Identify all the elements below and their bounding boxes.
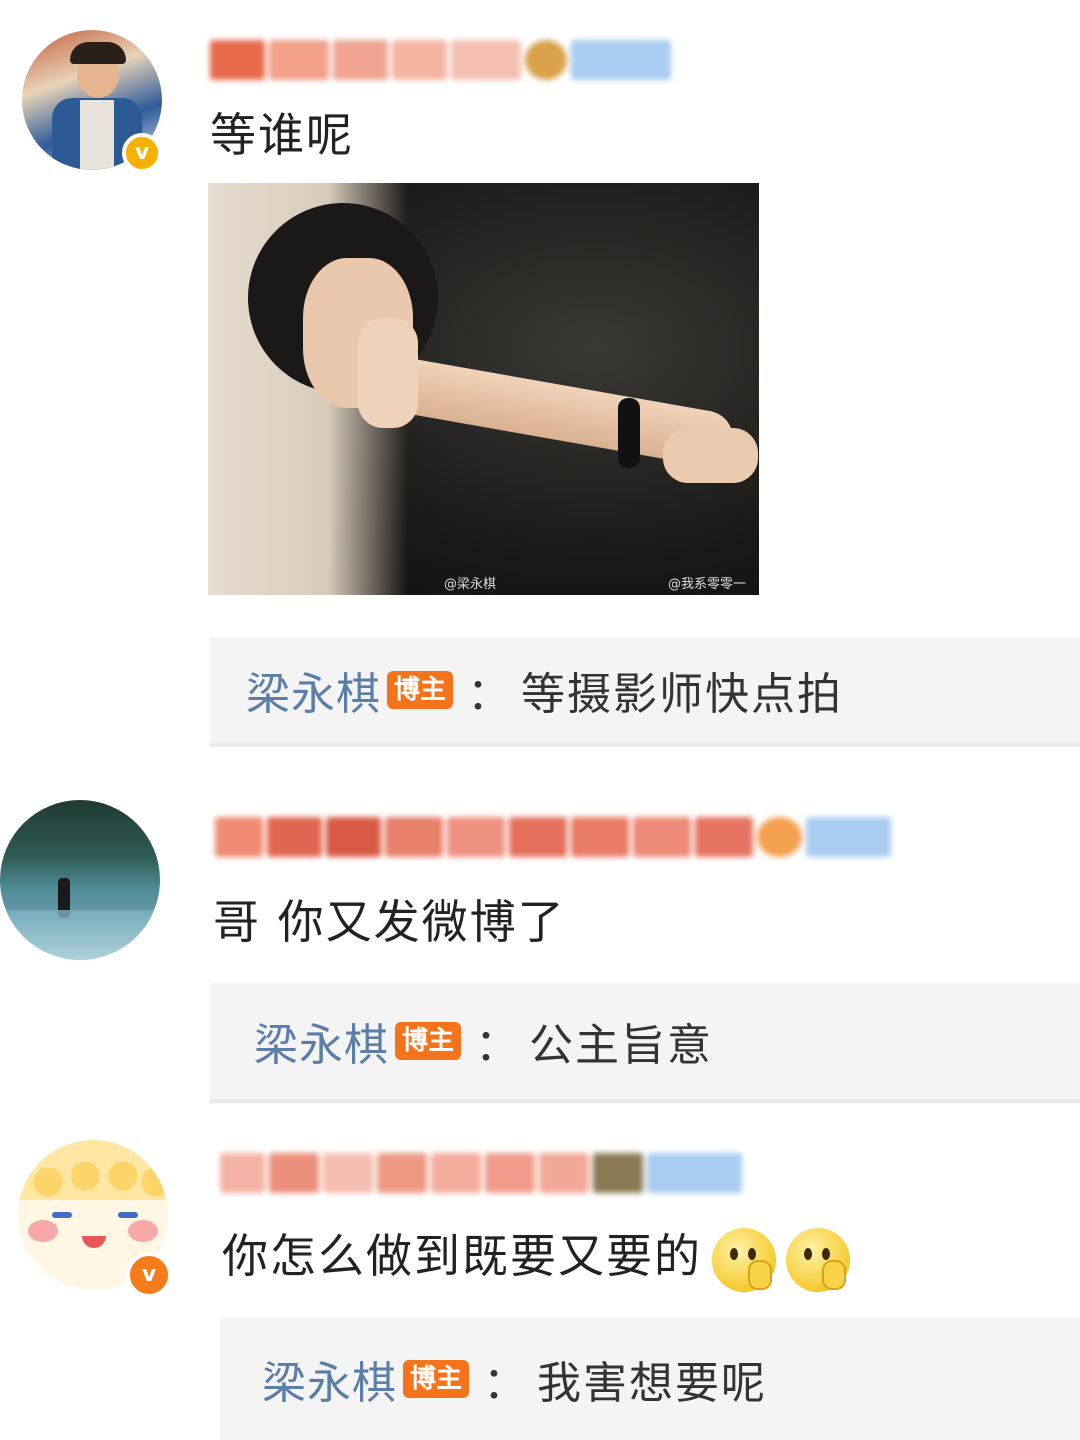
username-blurred[interactable] [220,1148,742,1198]
author-reply[interactable]: 梁永棋 博主 ： 公主旨意 [210,983,1080,1103]
author-reply[interactable]: 梁永棋 博主 ： 等摄影师快点拍 [210,637,1080,747]
reply-colon: ： [475,1020,520,1071]
thinking-face-icon [712,1227,776,1292]
reply-author-name[interactable]: 梁永棋 [246,658,381,722]
blogger-badge: 博主 [387,671,454,709]
verified-badge-icon: v [122,133,162,173]
verified-badge-icon: v [126,1252,172,1298]
comment-text: 哥 你又发微博了 [213,895,566,949]
reply-author-name[interactable]: 梁永棋 [254,1009,389,1073]
photo-watermark-right: @我系零零一 [668,577,747,592]
author-reply[interactable]: 梁永棋 博主 ： 我害想要呢 [220,1318,1080,1440]
comment-1: v 等谁呢 @梁永棋 @我系零零一 梁永棋 博主 ： 等摄影师快点拍 [0,0,1080,760]
thinking-face-icon [786,1227,850,1292]
blogger-badge: 博主 [395,1022,462,1060]
reply-colon: ： [483,1358,528,1409]
reply-text: 我害想要呢 [537,1358,768,1409]
reply-author-name[interactable]: 梁永棋 [262,1347,397,1411]
comment-text: 你怎么做到既要又要的 [222,1226,850,1292]
username-blurred[interactable] [215,812,891,862]
comment-photo[interactable]: @梁永棋 @我系零零一 [208,183,759,595]
reply-text: 等摄影师快点拍 [521,669,844,720]
comment-text: 等谁呢 [210,108,354,162]
reply-text: 公主旨意 [529,1020,714,1071]
reply-colon: ： [467,669,512,720]
username-blurred[interactable] [210,35,671,85]
photo-watermark-left: @梁永棋 [444,577,497,592]
avatar[interactable] [0,800,160,960]
blogger-badge: 博主 [403,1360,470,1398]
